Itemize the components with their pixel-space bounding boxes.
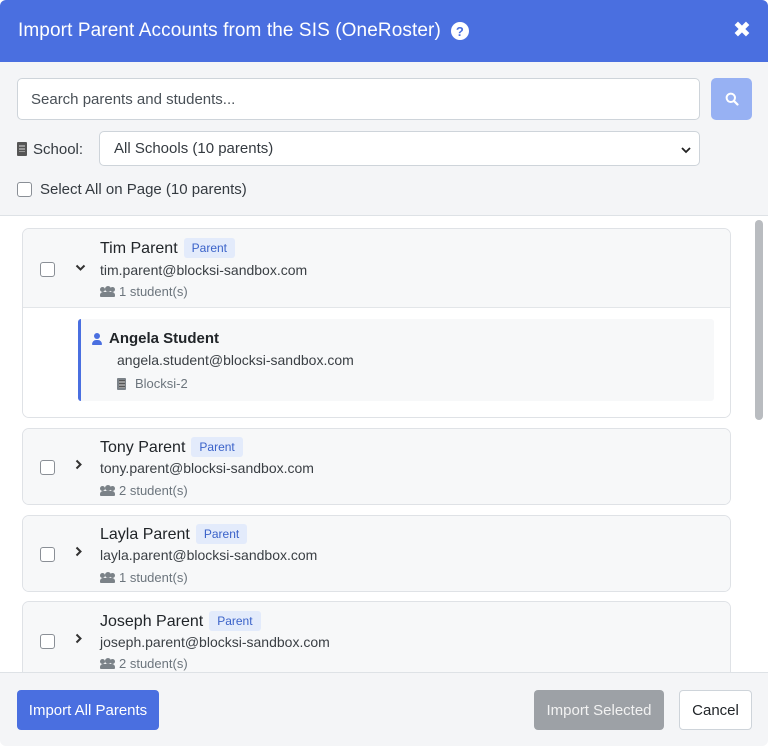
parent-checkbox[interactable] bbox=[40, 547, 55, 562]
parent-email: layla.parent@blocksi-sandbox.com bbox=[100, 547, 318, 563]
parent-checkbox[interactable] bbox=[40, 460, 55, 475]
student-item: Angela Student angela.student@blocksi-sa… bbox=[78, 319, 714, 401]
parent-card: Tony Parent Parent tony.parent@blocksi-sa… bbox=[22, 428, 731, 505]
student-school: Blocksi-2 bbox=[117, 376, 188, 391]
parent-checkbox[interactable] bbox=[40, 634, 55, 649]
parent-name-line: Layla Parent Parent bbox=[100, 524, 248, 544]
user-icon bbox=[92, 332, 102, 345]
users-icon bbox=[100, 485, 115, 496]
parent-list: Tim Parent Parent tim.parent@blocksi-sand… bbox=[0, 216, 768, 672]
search-button[interactable] bbox=[711, 78, 752, 120]
chevron-down-icon[interactable] bbox=[75, 260, 86, 275]
student-name-line: Angela Student bbox=[92, 330, 219, 347]
student-school-text: Blocksi-2 bbox=[135, 376, 188, 391]
import-selected-button[interactable]: Import Selected bbox=[534, 690, 664, 730]
search-input[interactable] bbox=[17, 78, 700, 120]
parent-card-header[interactable]: Tony Parent Parent tony.parent@blocksi-sa… bbox=[23, 429, 730, 504]
select-all-row[interactable]: Select All on Page (10 parents) bbox=[17, 181, 247, 198]
student-count-text: 2 student(s) bbox=[119, 656, 188, 671]
parent-badge: Parent bbox=[209, 611, 261, 631]
parent-badge: Parent bbox=[195, 524, 248, 544]
parent-name-line: Joseph Parent Parent bbox=[100, 611, 261, 631]
search-icon bbox=[725, 92, 739, 106]
dialog-footer: Import All Parents Import Selected Cance… bbox=[0, 672, 768, 746]
parent-name: Tony Parent bbox=[100, 439, 186, 456]
student-email: angela.student@blocksi-sandbox.com bbox=[117, 352, 354, 368]
student-count-text: 2 student(s) bbox=[119, 483, 188, 498]
filter-panel: School: All Schools (10 parents) Select … bbox=[0, 62, 768, 216]
parent-name: Tim Parent bbox=[100, 240, 178, 257]
school-label-text: School: bbox=[33, 140, 84, 158]
dialog-header: Import Parent Accounts from the SIS (One… bbox=[0, 0, 768, 62]
parent-card: Joseph Parent Parent joseph.parent@blocks… bbox=[22, 601, 731, 672]
users-icon bbox=[100, 286, 115, 297]
parent-email: tony.parent@blocksi-sandbox.com bbox=[100, 460, 314, 476]
users-icon bbox=[100, 658, 115, 669]
parent-name-line: Tim Parent Parent bbox=[100, 238, 236, 258]
parent-badge: Parent bbox=[183, 238, 236, 258]
parent-card-header[interactable]: Joseph Parent Parent joseph.parent@blocks… bbox=[23, 602, 730, 672]
student-count-text: 1 student(s) bbox=[119, 570, 188, 585]
chevron-down-icon bbox=[681, 142, 691, 157]
parent-card-header[interactable]: Layla Parent Parent layla.parent@blocksi-… bbox=[23, 516, 730, 591]
parent-badge: Parent bbox=[191, 437, 243, 457]
chevron-right-icon[interactable] bbox=[75, 458, 83, 473]
parent-card-header[interactable]: Tim Parent Parent tim.parent@blocksi-sand… bbox=[23, 229, 730, 307]
list-scrollbar[interactable] bbox=[755, 220, 763, 420]
building-icon bbox=[117, 377, 126, 390]
building-icon bbox=[17, 142, 27, 156]
select-all-checkbox[interactable] bbox=[17, 182, 32, 197]
chevron-right-icon[interactable] bbox=[75, 632, 83, 647]
chevron-right-icon[interactable] bbox=[75, 545, 83, 560]
parent-name-line: Tony Parent Parent bbox=[100, 437, 243, 457]
school-filter-label: School: bbox=[17, 138, 83, 160]
select-all-label: Select All on Page (10 parents) bbox=[40, 181, 247, 198]
import-parents-dialog: Import Parent Accounts from the SIS (One… bbox=[0, 0, 768, 746]
close-icon[interactable]: ✖ bbox=[730, 17, 754, 42]
import-all-button[interactable]: Import All Parents bbox=[17, 690, 159, 730]
dialog-title: Import Parent Accounts from the SIS (One… bbox=[18, 20, 441, 41]
student-name: Angela Student bbox=[109, 330, 220, 347]
parent-checkbox[interactable] bbox=[40, 262, 55, 277]
help-icon[interactable]: ? bbox=[450, 22, 469, 40]
parent-email: joseph.parent@blocksi-sandbox.com bbox=[100, 634, 330, 650]
student-count-text: 1 student(s) bbox=[119, 284, 188, 299]
parent-email: tim.parent@blocksi-sandbox.com bbox=[100, 262, 308, 278]
student-list: Angela Student angela.student@blocksi-sa… bbox=[23, 307, 730, 417]
student-count: 2 student(s) bbox=[100, 656, 188, 671]
parent-name: Joseph Parent bbox=[100, 613, 204, 630]
cancel-button[interactable]: Cancel bbox=[679, 690, 752, 730]
parent-card: Layla Parent Parent layla.parent@blocksi-… bbox=[22, 515, 731, 592]
users-icon bbox=[100, 572, 115, 583]
student-count: 1 student(s) bbox=[100, 284, 188, 299]
school-select[interactable]: All Schools (10 parents) bbox=[99, 131, 700, 166]
student-count: 1 student(s) bbox=[100, 570, 188, 585]
student-count: 2 student(s) bbox=[100, 483, 188, 498]
parent-card: Tim Parent Parent tim.parent@blocksi-sand… bbox=[22, 228, 731, 418]
parent-name: Layla Parent bbox=[100, 526, 190, 543]
school-select-value: All Schools (10 parents) bbox=[114, 140, 274, 157]
